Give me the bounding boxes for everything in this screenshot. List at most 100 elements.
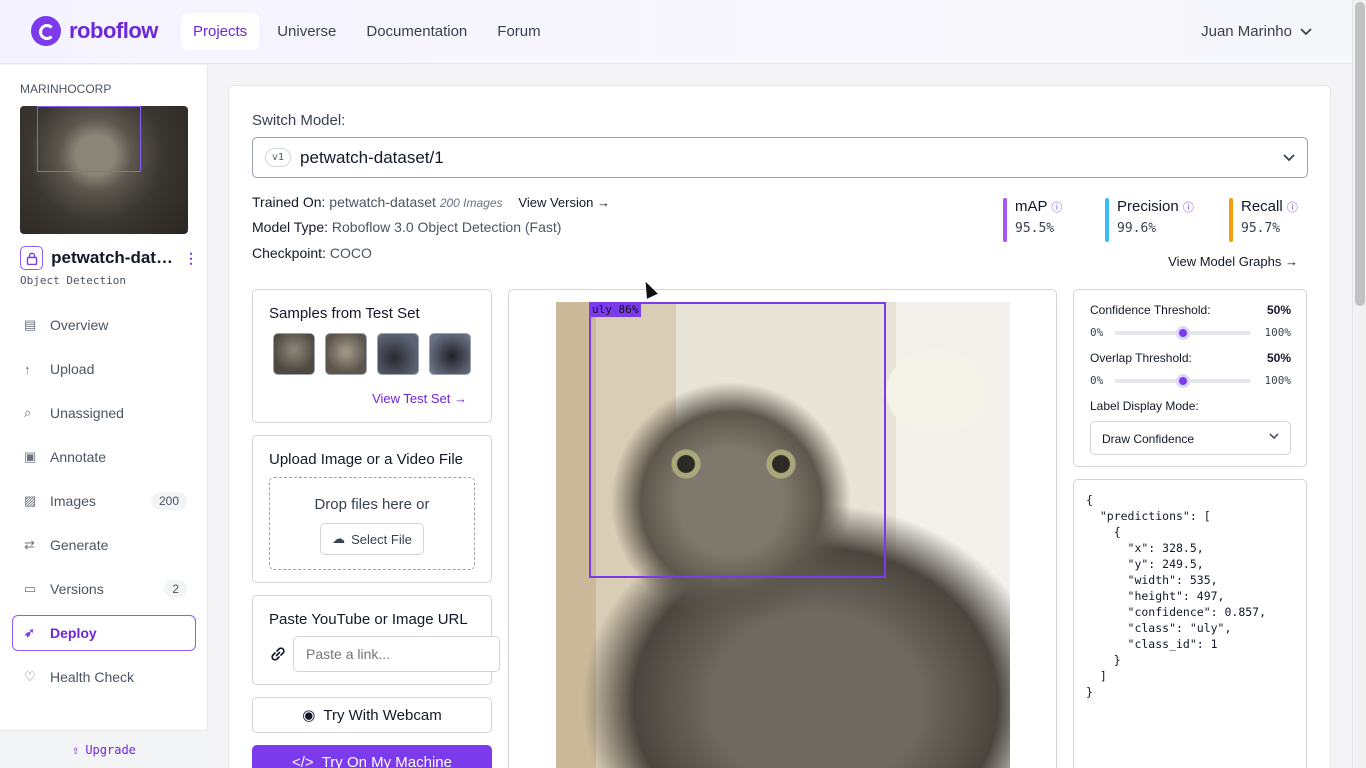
upgrade-button[interactable]: ⇪ Upgrade [0, 730, 208, 768]
slider-knob[interactable] [1176, 374, 1190, 388]
url-card: Paste YouTube or Image URL [252, 595, 500, 685]
help-icon[interactable]: ⓘ [1051, 202, 1062, 214]
sidebar-item-health-check[interactable]: ♡ Health Check [12, 659, 196, 695]
help-icon[interactable]: ⓘ [1183, 202, 1194, 214]
thumbnail-bbox [37, 106, 141, 172]
metric-value: 99.6% [1117, 221, 1157, 236]
project-type: Object Detection [20, 274, 126, 287]
samples-title: Samples from Test Set [269, 305, 420, 322]
sidebar-item-unassigned[interactable]: ⌕ Unassigned [12, 395, 196, 431]
confidence-slider[interactable]: 0% 100% [1090, 324, 1291, 340]
trained-on-value: petwatch-dataset [329, 194, 436, 210]
sidebar-item-images[interactable]: ▨ Images 200 [12, 483, 196, 519]
selected-model: petwatch-dataset/1 [300, 147, 444, 167]
scrollbar-thumb[interactable] [1355, 2, 1365, 306]
sidebar-item-label: Annotate [50, 449, 107, 465]
detection-bbox [589, 302, 886, 578]
sidebar-item-deploy[interactable]: ➶ Deploy [12, 615, 196, 651]
overlap-label: Overlap Threshold: [1090, 351, 1192, 365]
view-version-link[interactable]: View Version → [518, 195, 610, 210]
overlap-slider[interactable]: 0% 100% [1090, 372, 1291, 388]
sidebar: MARINHOCORP petwatch-datas... ⋮ Object D… [0, 65, 208, 768]
view-test-set-link[interactable]: View Test Set → [372, 391, 467, 406]
nav-universe[interactable]: Universe [265, 13, 348, 50]
try-on-machine-button[interactable]: </> Try On My Machine [252, 745, 492, 768]
upload-card: Upload Image or a Video File Drop files … [252, 435, 492, 583]
overlap-value: 50% [1266, 351, 1291, 365]
version-badge: v1 [265, 148, 292, 167]
sidebar-item-overview[interactable]: ▤ Overview [12, 307, 196, 343]
sidebar-item-label: Images [50, 493, 96, 509]
checkpoint-row: Checkpoint: COCO [252, 245, 372, 261]
annotate-icon: ▣ [24, 449, 37, 464]
file-drop-zone[interactable]: Drop files here or ☁ Select File [269, 477, 475, 570]
sidebar-item-generate[interactable]: ⇄ Generate [12, 527, 196, 563]
slider-knob[interactable] [1176, 326, 1190, 340]
machine-label: Try On My Machine [321, 754, 452, 768]
overlap-row: Overlap Threshold: 50% [1090, 351, 1291, 365]
metric-bar [1229, 198, 1233, 242]
trained-on-label: Trained On: [252, 194, 326, 210]
metric-label: Precision [1117, 198, 1179, 215]
label-display-select[interactable]: Draw Confidence [1090, 421, 1291, 455]
more-options-icon[interactable]: ⋮ [184, 250, 198, 267]
confidence-value: 50% [1266, 303, 1291, 317]
page-scrollbar[interactable] [1352, 0, 1366, 768]
try-webcam-button[interactable]: ◉ Try With Webcam [252, 697, 492, 733]
select-file-button[interactable]: ☁ Select File [320, 523, 424, 555]
view-model-graphs-link[interactable]: View Model Graphs → [1168, 254, 1298, 269]
generate-icon: ⇄ [24, 537, 35, 552]
samples-card: Samples from Test Set View Test Set → [252, 289, 492, 423]
sidebar-item-label: Health Check [50, 669, 135, 685]
nav-projects[interactable]: Projects [181, 13, 260, 50]
link-icon [271, 647, 285, 661]
sidebar-item-label: Generate [50, 537, 109, 553]
search-icon: ⌕ [24, 405, 32, 420]
upload-title: Upload Image or a Video File [269, 451, 464, 468]
url-input[interactable] [293, 636, 500, 672]
chevron-down-icon [1269, 431, 1279, 443]
sample-thumbnail[interactable] [273, 333, 315, 375]
upgrade-icon: ⇪ [72, 742, 80, 757]
metric-label: Recall [1241, 198, 1283, 215]
upgrade-label: Upgrade [85, 742, 136, 757]
nav-documentation[interactable]: Documentation [354, 13, 479, 50]
sidebar-item-versions[interactable]: ▭ Versions 2 [12, 571, 196, 607]
webcam-icon: ◉ [302, 707, 316, 724]
nav-forum[interactable]: Forum [485, 13, 552, 50]
sidebar-item-label: Upload [50, 361, 95, 377]
sidebar-item-label: Unassigned [50, 405, 124, 421]
sample-thumbnail[interactable] [325, 333, 367, 375]
sample-thumbnail[interactable] [377, 333, 419, 375]
brand-name: roboflow [69, 18, 158, 43]
metric-bar [1003, 198, 1007, 242]
overview-icon: ▤ [24, 317, 37, 332]
versions-count-badge: 2 [164, 580, 187, 598]
metric-precision: Precision ⓘ 99.6% [1105, 198, 1194, 242]
webcam-label: Try With Webcam [323, 706, 442, 724]
model-type-label: Model Type: [252, 219, 329, 235]
roboflow-logo-icon [31, 16, 61, 46]
images-icon: ▨ [24, 493, 37, 508]
user-menu[interactable]: Juan Marinho [1201, 23, 1312, 40]
metric-bar [1105, 198, 1109, 242]
nav-items: Projects Universe Documentation Forum [181, 13, 553, 50]
label-mode-row: Label Display Mode: [1090, 399, 1291, 413]
json-output: { "predictions": [ { "x": 328.5, "y": 24… [1086, 493, 1267, 699]
project-thumbnail[interactable] [20, 106, 188, 234]
sidebar-item-upload[interactable]: ↑ Upload [12, 351, 196, 387]
sample-thumbnail[interactable] [429, 333, 471, 375]
sidebar-item-annotate[interactable]: ▣ Annotate [12, 439, 196, 475]
deploy-icon: ➶ [24, 625, 35, 640]
roboflow-logo[interactable]: roboflow [31, 16, 158, 46]
model-select[interactable]: v1 petwatch-dataset/1 [252, 137, 1308, 178]
checkpoint-label: Checkpoint: [252, 245, 326, 261]
images-count-badge: 200 [150, 492, 187, 510]
help-icon[interactable]: ⓘ [1287, 202, 1298, 214]
project-name: petwatch-datas... [51, 248, 176, 267]
workspace-name[interactable]: MARINHOCORP [20, 82, 111, 96]
slider-min: 0% [1090, 326, 1104, 339]
slider-max: 100% [1264, 374, 1292, 387]
confidence-label: Confidence Threshold: [1090, 303, 1211, 317]
upload-cloud-icon: ☁ [332, 531, 346, 546]
